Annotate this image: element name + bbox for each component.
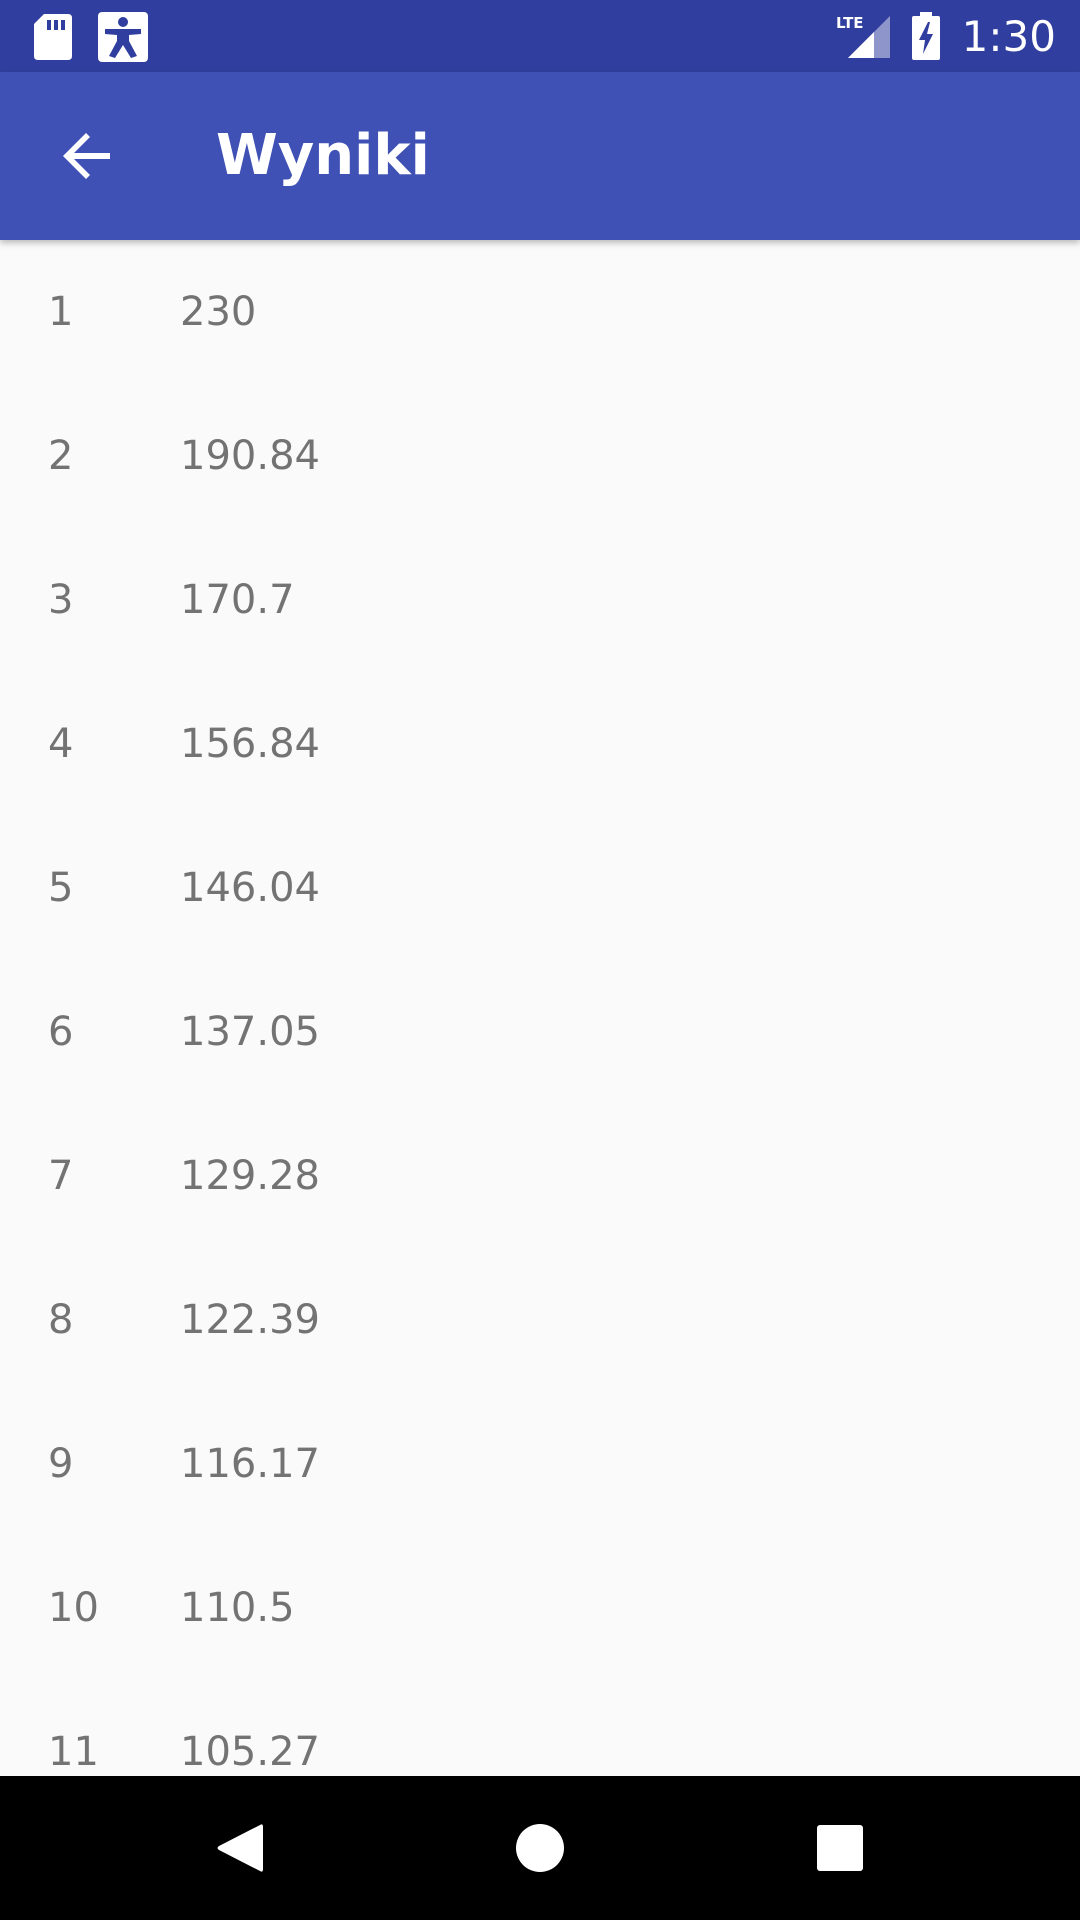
navigation-bar [0, 1776, 1080, 1920]
result-row[interactable]: 9 116.17 [0, 1392, 1080, 1536]
result-value: 129.28 [180, 1153, 320, 1199]
nav-back-icon [217, 1824, 263, 1872]
result-value: 146.04 [180, 865, 320, 911]
result-rank: 4 [48, 721, 74, 767]
status-right-icons: LTE 1:30 [836, 0, 1056, 72]
result-rank: 3 [48, 577, 74, 623]
result-value: 105.27 [180, 1729, 320, 1775]
result-row[interactable]: 11 105.27 [0, 1680, 1080, 1776]
result-rank: 10 [48, 1585, 99, 1631]
status-clock: 1:30 [961, 11, 1056, 61]
nav-recents-button[interactable] [760, 1776, 920, 1920]
nav-home-button[interactable] [460, 1776, 620, 1920]
result-rank: 2 [48, 433, 74, 479]
sd-card-icon [34, 14, 72, 60]
result-row[interactable]: 3 170.7 [0, 528, 1080, 672]
result-value: 116.17 [180, 1441, 320, 1487]
battery-charging-icon [911, 12, 940, 60]
result-value: 190.84 [180, 433, 320, 479]
network-label: LTE [836, 14, 864, 32]
accessibility-icon [98, 12, 148, 62]
nav-recents-icon [817, 1825, 863, 1871]
nav-back-button[interactable] [160, 1776, 320, 1920]
result-value: 137.05 [180, 1009, 320, 1055]
result-value: 156.84 [180, 721, 320, 767]
result-row[interactable]: 8 122.39 [0, 1248, 1080, 1392]
page-title: Wyniki [216, 123, 430, 188]
result-row[interactable]: 2 190.84 [0, 384, 1080, 528]
lte-signal-icon: LTE [836, 14, 890, 58]
app-bar: Wyniki [0, 72, 1080, 240]
result-rank: 1 [48, 289, 74, 335]
result-row[interactable]: 1 230 [0, 240, 1080, 384]
result-rank: 8 [48, 1297, 74, 1343]
result-row[interactable]: 6 137.05 [0, 960, 1080, 1104]
back-button[interactable] [40, 108, 136, 204]
result-row[interactable]: 4 156.84 [0, 672, 1080, 816]
result-rank: 9 [48, 1441, 74, 1487]
status-bar: LTE 1:30 [0, 0, 1080, 72]
result-value: 122.39 [180, 1297, 320, 1343]
result-value: 170.7 [180, 577, 295, 623]
result-rank: 5 [48, 865, 74, 911]
status-left-icons [34, 12, 174, 62]
arrow-back-icon [63, 133, 110, 179]
result-row[interactable]: 7 129.28 [0, 1104, 1080, 1248]
results-list: 1 230 2 190.84 3 170.7 4 156.84 5 146.04 6 137.05 7 1… [0, 240, 1080, 1776]
result-row[interactable]: 10 110.5 [0, 1536, 1080, 1680]
result-value: 230 [180, 289, 257, 335]
nav-home-icon [516, 1824, 564, 1872]
result-rank: 6 [48, 1009, 74, 1055]
result-row[interactable]: 5 146.04 [0, 816, 1080, 960]
result-value: 110.5 [180, 1585, 295, 1631]
result-rank: 7 [48, 1153, 74, 1199]
result-rank: 11 [48, 1729, 99, 1775]
